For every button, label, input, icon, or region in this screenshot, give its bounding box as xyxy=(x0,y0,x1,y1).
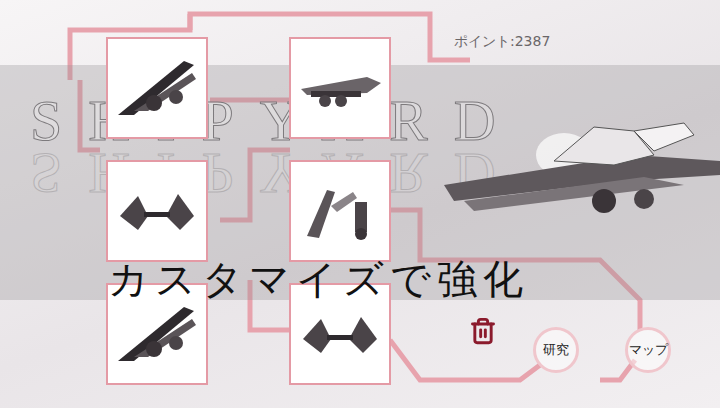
caption-text: カスタマイズで強化 xyxy=(108,252,529,307)
trash-icon xyxy=(469,316,497,346)
twin-part-icon xyxy=(114,176,200,246)
wing-part-icon xyxy=(114,299,200,369)
trash-button[interactable] xyxy=(469,315,497,347)
bottom-controls: 研究マップ xyxy=(391,315,720,373)
round-button[interactable]: マップ xyxy=(625,327,671,373)
wing-part-icon xyxy=(114,53,200,123)
twin-part-icon xyxy=(297,299,383,369)
main-content: ポイント:2387 研究マップ xyxy=(0,0,720,408)
cannon-part-icon xyxy=(297,53,383,123)
menu-buttons: 研究マップ xyxy=(533,327,671,373)
round-button[interactable]: 研究 xyxy=(533,327,579,373)
ship-icon xyxy=(444,115,720,227)
claw-part-icon xyxy=(297,176,383,246)
part-card[interactable] xyxy=(289,160,391,262)
part-card[interactable] xyxy=(106,160,208,262)
ship-preview xyxy=(391,115,720,227)
right-column: ポイント:2387研究マップ xyxy=(391,37,720,408)
part-grid xyxy=(106,37,391,408)
part-card[interactable] xyxy=(289,37,391,139)
shipyard-screen: SHIPYARDSHIPYARDポイント:2387研究マップカスタマイズで強化 xyxy=(0,0,720,408)
points-label: ポイント:2387 xyxy=(454,31,720,53)
part-card[interactable] xyxy=(106,37,208,139)
